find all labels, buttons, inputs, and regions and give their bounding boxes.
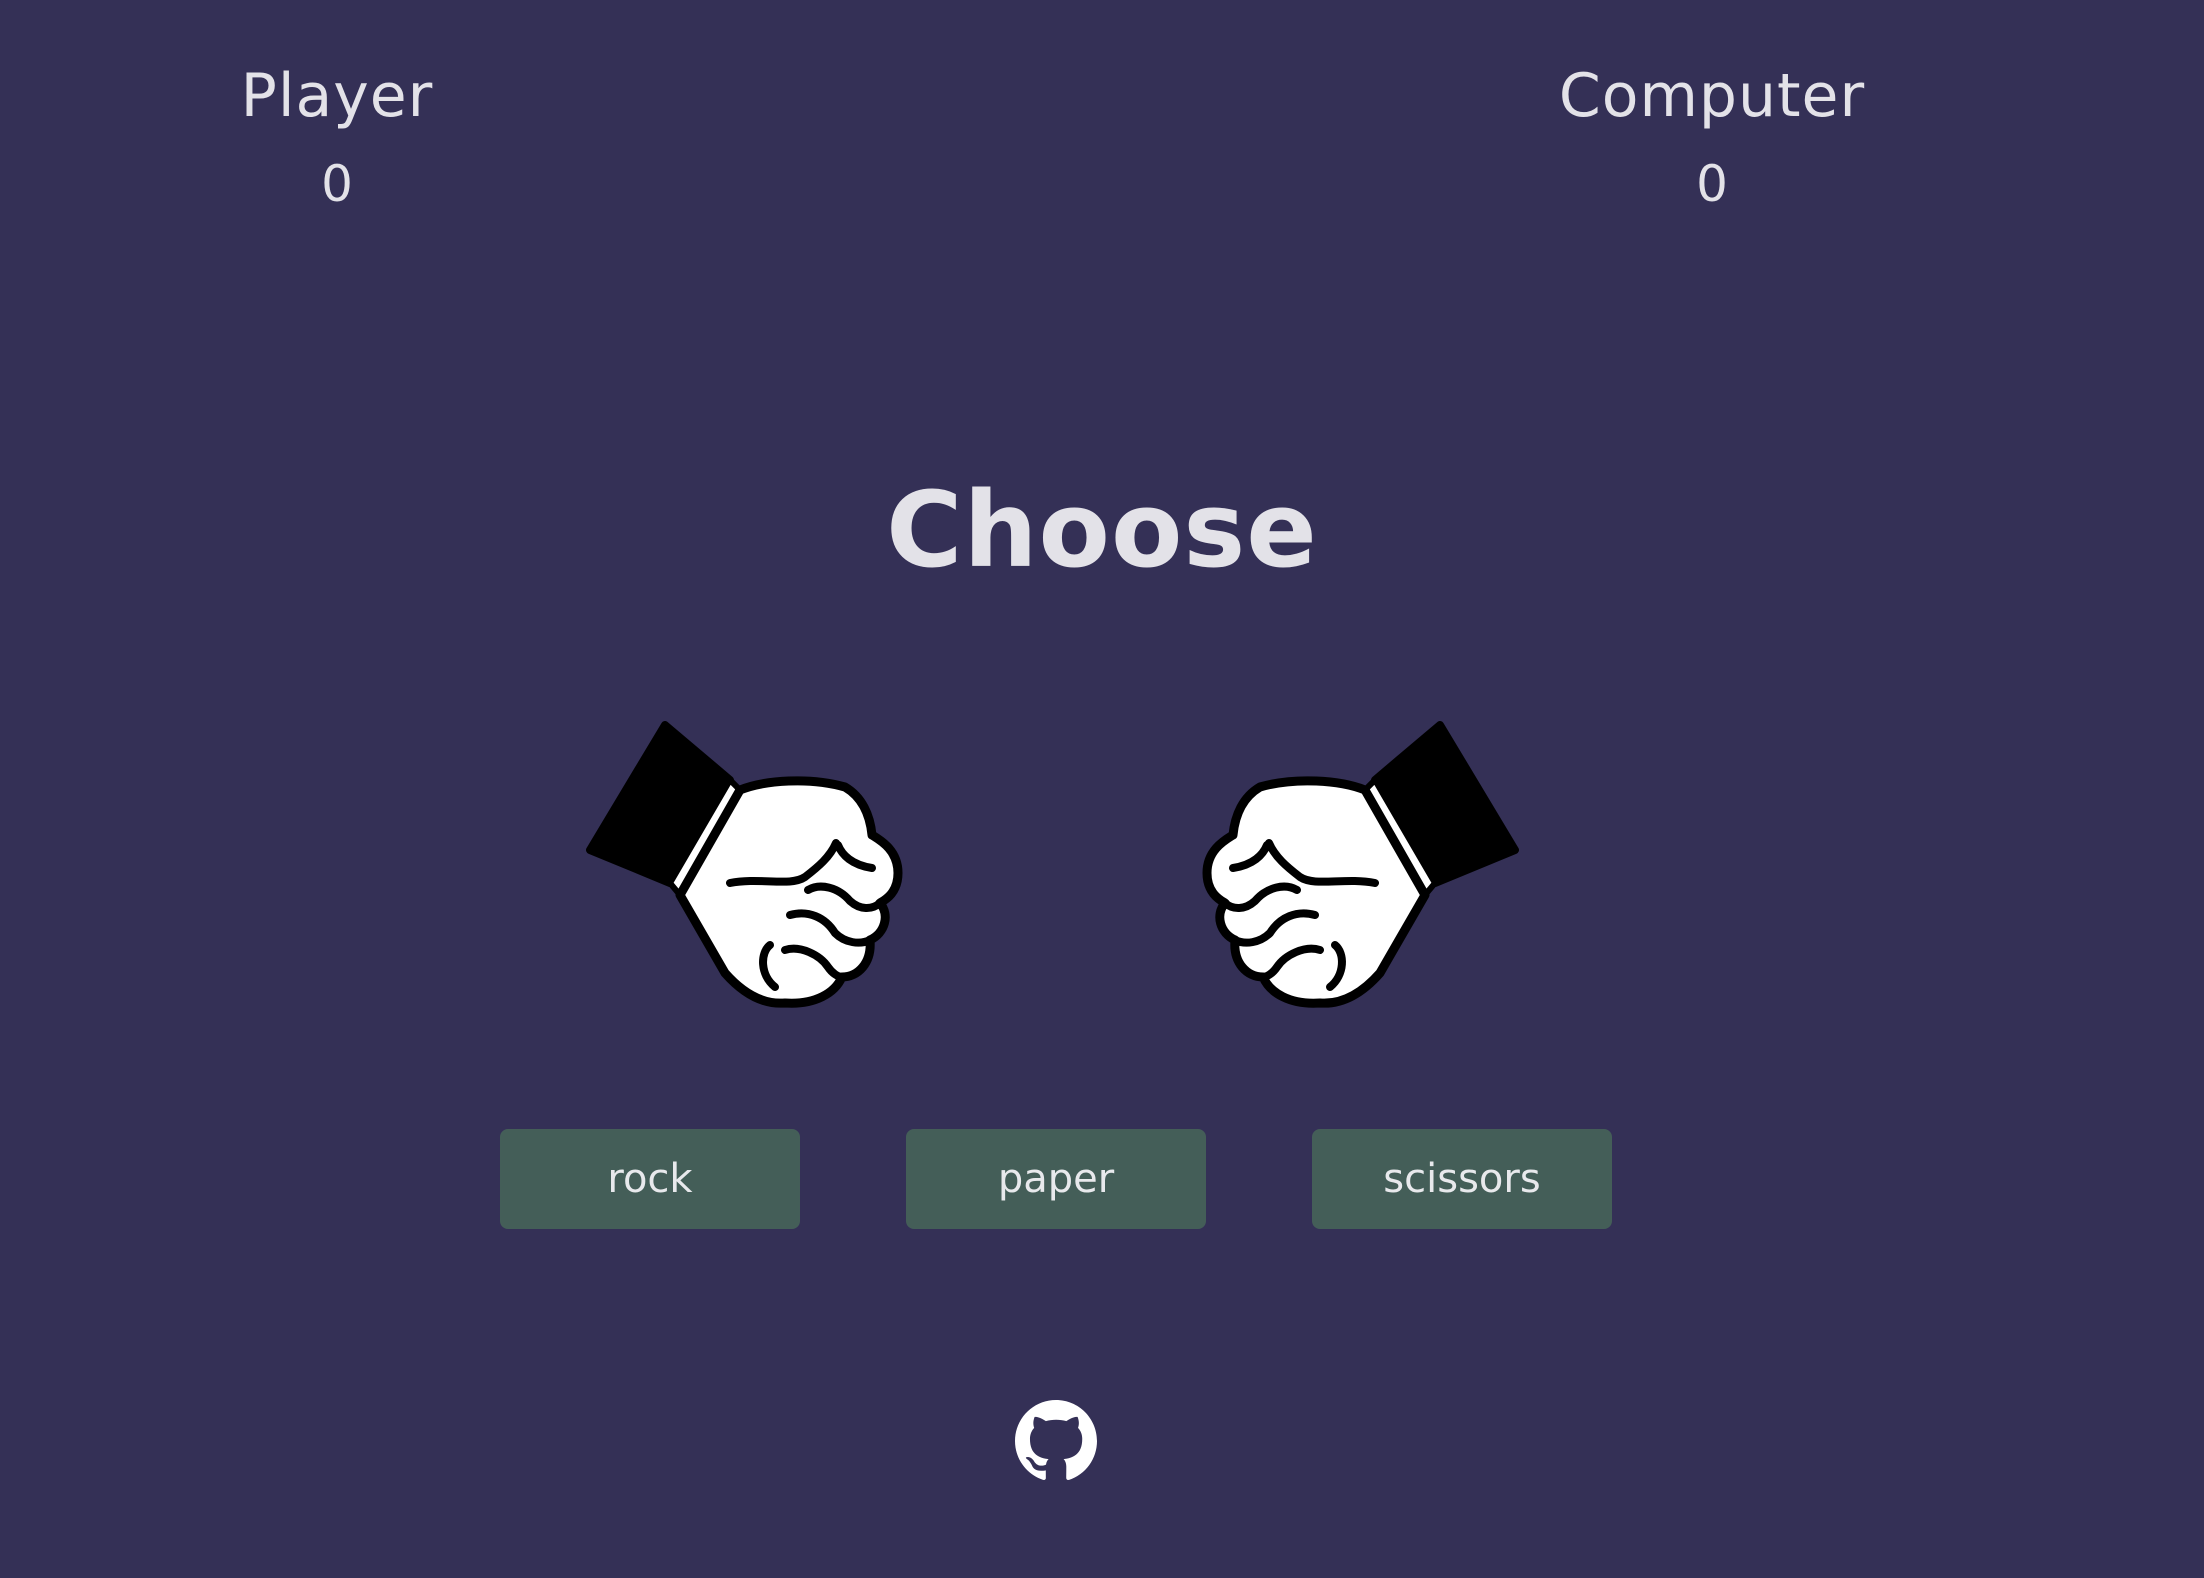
github-link[interactable] xyxy=(1015,1400,1097,1482)
paper-button[interactable]: paper xyxy=(906,1129,1206,1229)
computer-label: Computer xyxy=(1558,61,1866,131)
player-score: 0 xyxy=(321,155,353,213)
fist-icon xyxy=(1202,721,1519,1008)
rock-button[interactable]: rock xyxy=(500,1129,800,1229)
github-icon xyxy=(1015,1400,1097,1480)
player-hand xyxy=(580,705,920,1025)
scissors-button[interactable]: scissors xyxy=(1312,1129,1612,1229)
computer-hand xyxy=(1185,705,1525,1025)
computer-score: 0 xyxy=(1696,155,1728,213)
fist-icon xyxy=(586,721,903,1008)
player-score-panel: Player 0 xyxy=(127,56,547,224)
choose-title: Choose xyxy=(886,469,1318,591)
computer-score-panel: Computer 0 xyxy=(1502,56,1922,224)
player-label: Player xyxy=(240,61,434,131)
